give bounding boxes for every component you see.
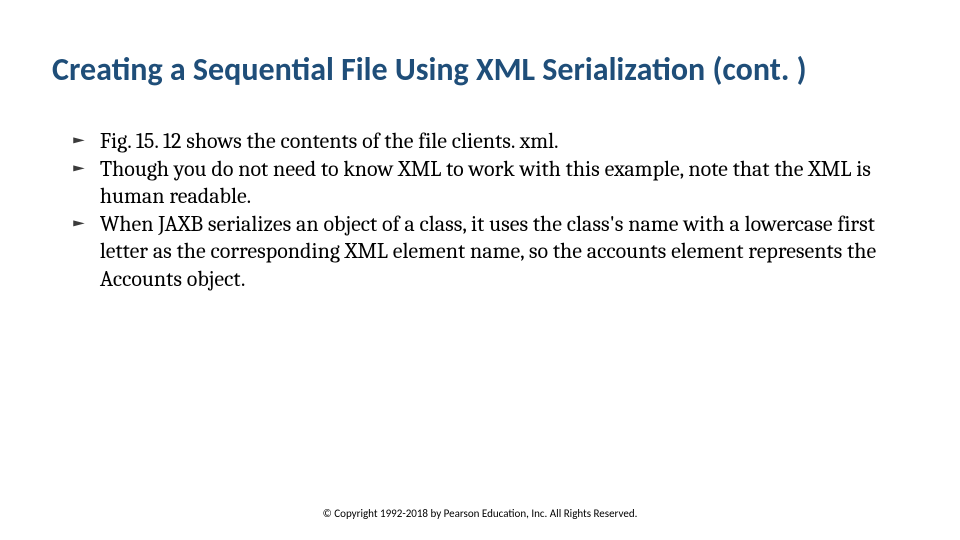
slide-content: ⯈ Fig. 15. 12 shows the contents of the …	[68, 128, 900, 293]
bullet-icon: ⯈	[68, 164, 85, 178]
bullet-icon: ⯈	[68, 219, 85, 233]
list-item: ⯈ Fig. 15. 12 shows the contents of the …	[68, 128, 900, 156]
slide: Creating a Sequential File Using XML Ser…	[0, 0, 960, 540]
list-item: ⯈ Though you do not need to know XML to …	[68, 156, 900, 211]
bullet-text: When JAXB serializes an object of a clas…	[100, 211, 900, 294]
bullet-text: Fig. 15. 12 shows the contents of the fi…	[100, 128, 900, 156]
bullet-icon: ⯈	[68, 136, 85, 150]
slide-title: Creating a Sequential File Using XML Ser…	[52, 52, 908, 89]
bullet-text: Though you do not need to know XML to wo…	[100, 156, 900, 211]
list-item: ⯈ When JAXB serializes an object of a cl…	[68, 211, 900, 294]
copyright-footer: © Copyright 1992-2018 by Pearson Educati…	[0, 507, 960, 520]
